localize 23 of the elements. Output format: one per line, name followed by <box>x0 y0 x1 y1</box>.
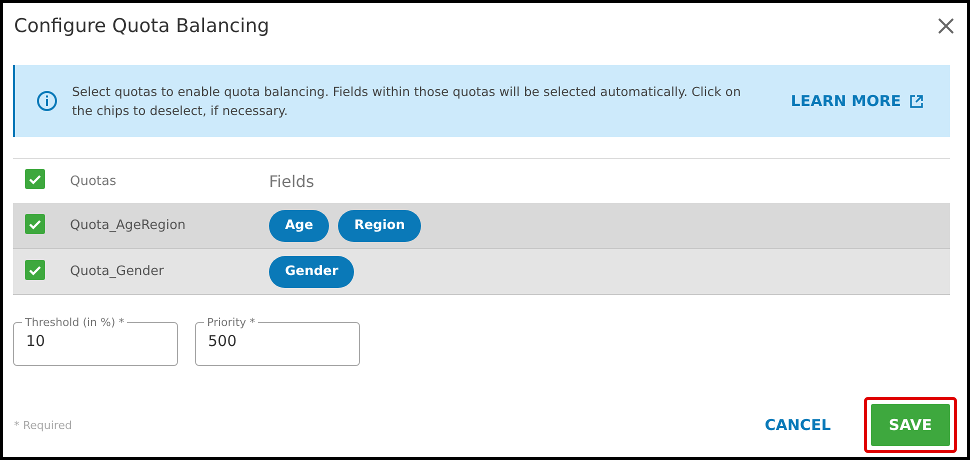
column-header: Fields <box>269 172 314 190</box>
checkbox[interactable] <box>25 260 45 280</box>
text-field[interactable]: Threshold (in %) * 10 <box>13 316 178 366</box>
external-link-icon <box>909 94 924 108</box>
required-note: * Required <box>14 418 73 432</box>
field-chip[interactable]: Age <box>269 210 330 242</box>
save-button[interactable]: SAVE <box>870 404 950 446</box>
field-chip[interactable]: Region <box>338 210 421 242</box>
dialog-title: Configure Quota Balancing <box>14 15 270 37</box>
close-icon[interactable] <box>937 17 955 35</box>
info-icon <box>36 90 58 112</box>
field-chip[interactable]: Gender <box>269 256 354 288</box>
text-field[interactable]: Priority * 500 <box>195 316 360 366</box>
checkbox[interactable] <box>25 214 45 234</box>
quota-name: Quota_Gender <box>70 264 165 279</box>
learn-more-link[interactable]: LEARN MORE <box>790 92 924 110</box>
info-text: Select quotas to enable quota balancing. Fields within those quotas will be selected automatically. Click on the chips to deselect, if necessary. <box>72 83 742 120</box>
field-value[interactable]: 500 <box>208 332 347 350</box>
column-header: Quotas <box>70 174 118 188</box>
field-value[interactable]: 10 <box>26 332 165 350</box>
checkbox[interactable] <box>25 169 45 189</box>
cancel-button[interactable]: CANCEL <box>754 408 841 442</box>
quota-name: Quota_AgeRegion <box>70 218 187 233</box>
